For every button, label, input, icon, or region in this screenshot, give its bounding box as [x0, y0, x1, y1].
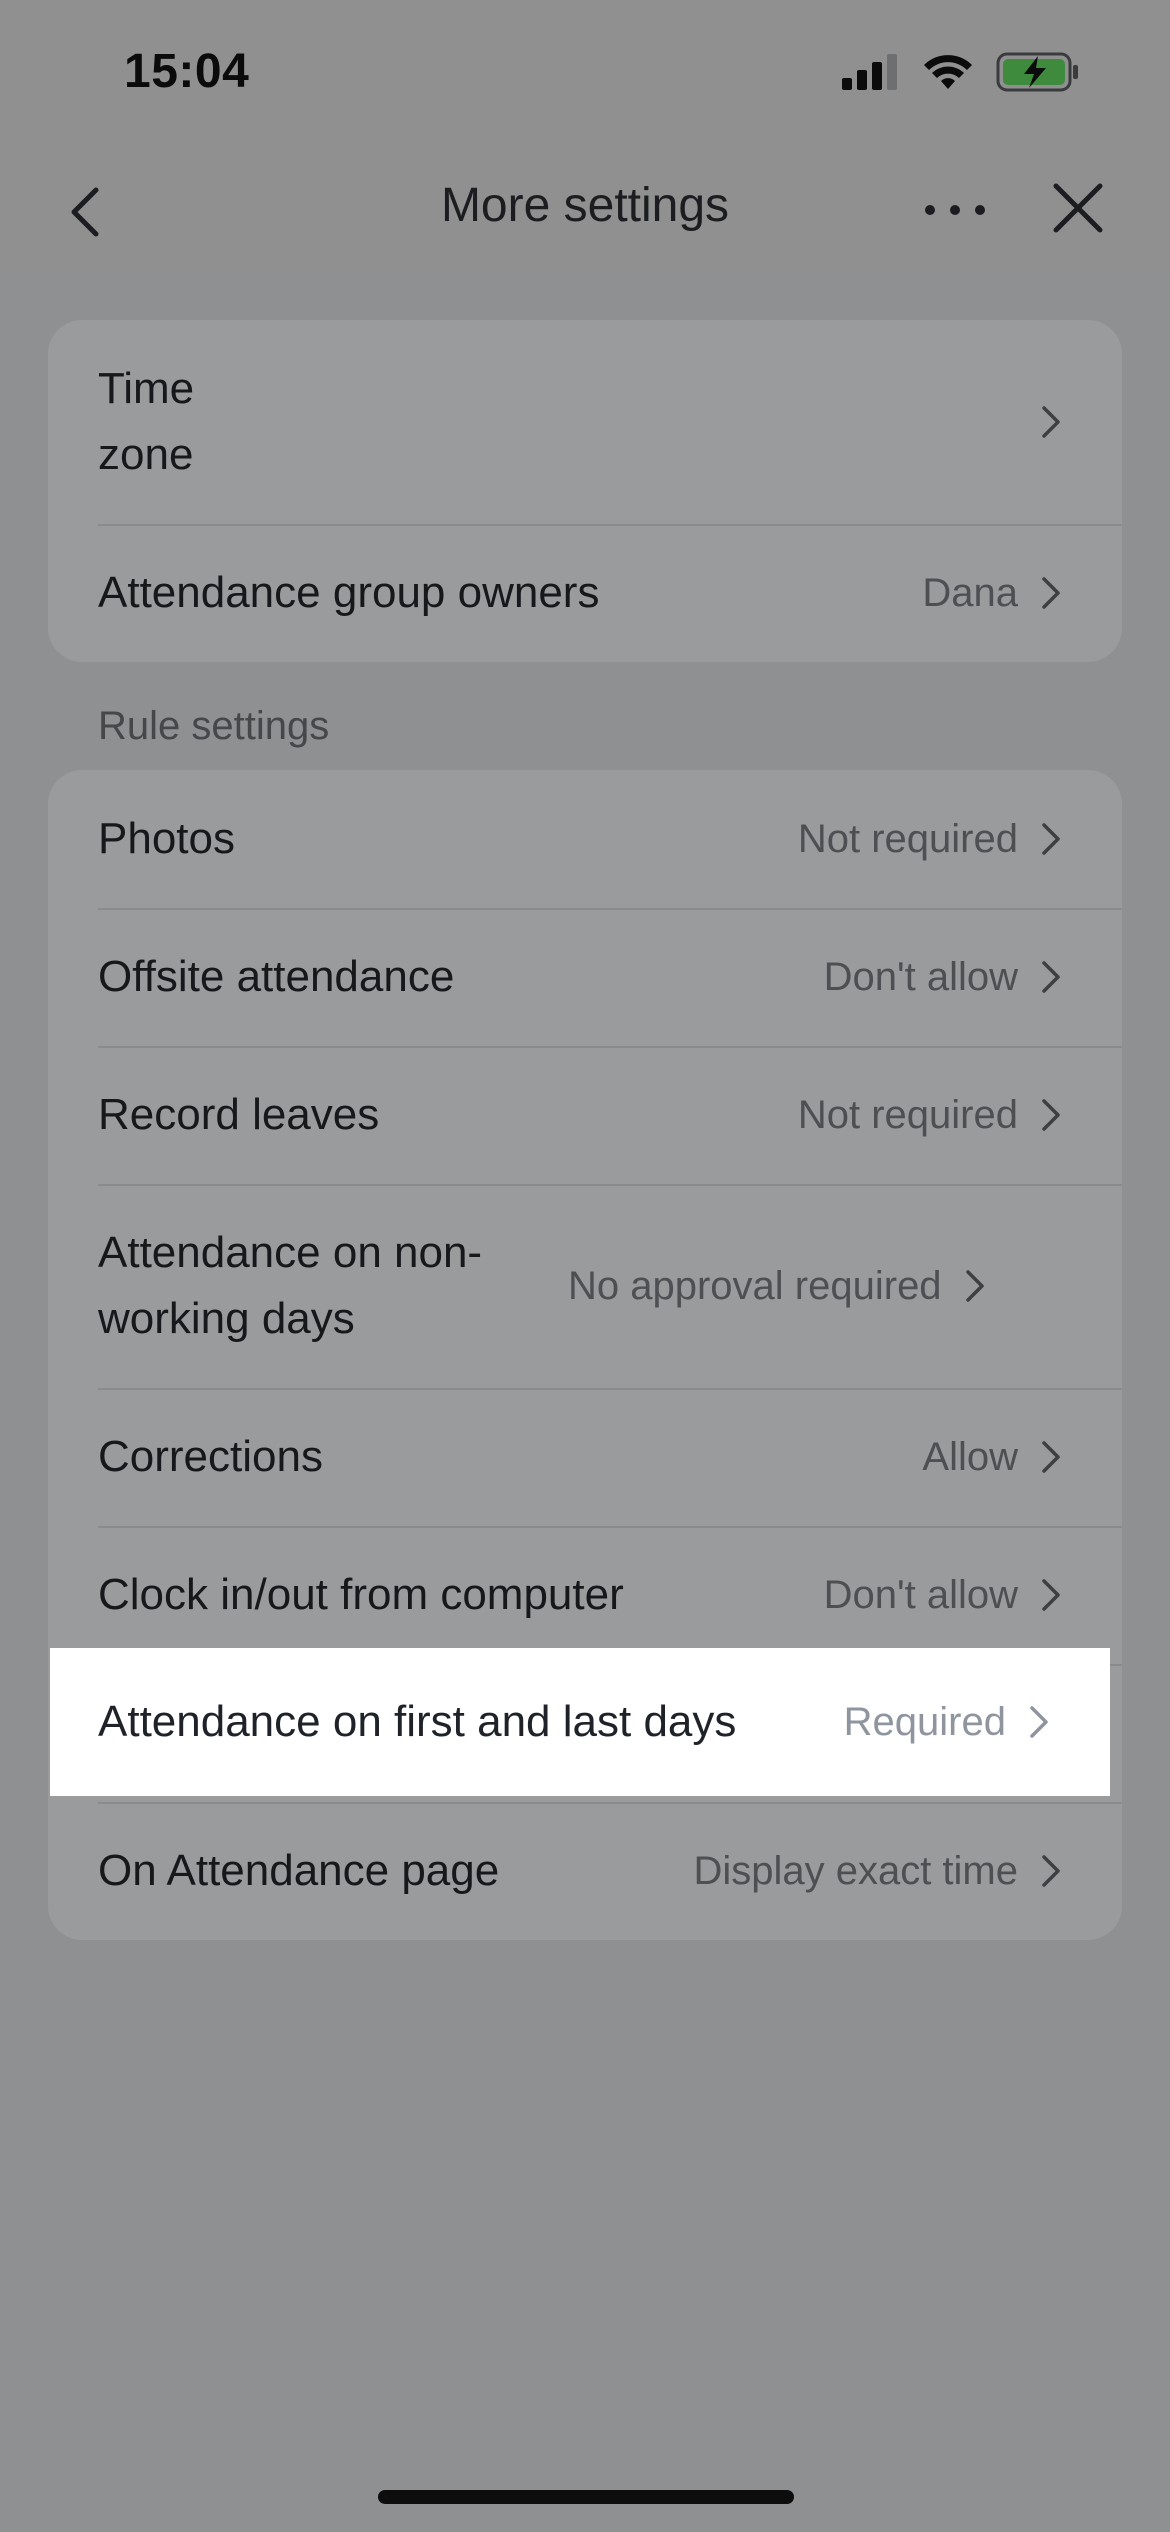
screen: 15:04 More settings Time zone Attendance…	[0, 0, 1170, 2532]
row-value: Allow	[922, 1434, 1018, 1479]
row-value: Display exact time	[693, 1848, 1018, 1893]
row-label: Attendance on first and last days	[98, 1697, 737, 1746]
status-icons	[842, 52, 1080, 92]
row-on-attendance-page[interactable]: On Attendance page Display exact time	[48, 1802, 1122, 1940]
row-clock-in-out-computer[interactable]: Clock in/out from computer Don't allow	[48, 1526, 1122, 1664]
row-attendance-group-owners[interactable]: Attendance group owners Dana	[48, 524, 1122, 662]
status-bar: 15:04	[0, 0, 1170, 150]
chevron-right-icon	[1042, 406, 1060, 438]
row-attendance-non-working-days[interactable]: Attendance on non-working days No approv…	[48, 1184, 1122, 1388]
row-value: Don't allow	[823, 1572, 1018, 1617]
general-settings-card: Time zone Attendance group owners Dana	[48, 320, 1122, 662]
chevron-right-icon	[1030, 1706, 1048, 1738]
row-value: Required	[843, 1699, 1006, 1744]
chevron-right-icon	[1042, 1855, 1060, 1887]
wifi-icon	[924, 55, 972, 89]
row-label: Corrections	[98, 1432, 323, 1481]
row-label: Offsite attendance	[98, 952, 455, 1001]
close-icon[interactable]	[1048, 178, 1108, 238]
home-indicator	[378, 2490, 794, 2504]
row-label: Time zone	[98, 364, 195, 479]
status-time: 15:04	[124, 45, 250, 98]
row-value: No approval required	[568, 1263, 942, 1308]
row-offsite-attendance[interactable]: Offsite attendance Don't allow	[48, 908, 1122, 1046]
section-label-rule-settings: Rule settings	[98, 704, 330, 748]
row-photos[interactable]: Photos Not required	[48, 770, 1122, 908]
chevron-right-icon	[1042, 1099, 1060, 1131]
row-value: Not required	[797, 1092, 1018, 1137]
row-value: Dana	[922, 570, 1018, 615]
chevron-right-icon	[1042, 961, 1060, 993]
row-value: Not required	[797, 816, 1018, 861]
chevron-right-icon	[1042, 577, 1060, 609]
page-title: More settings	[440, 179, 730, 232]
nav-bar: More settings	[0, 150, 1170, 272]
battery-charging-icon	[996, 52, 1078, 92]
row-attendance-first-last-days[interactable]: Attendance on first and last days Requir…	[50, 1648, 1110, 1796]
row-label: Record leaves	[98, 1090, 380, 1139]
row-label: Attendance group owners	[98, 568, 600, 617]
row-label: On Attendance page	[98, 1846, 500, 1895]
row-label: Attendance on non-working days	[98, 1228, 483, 1343]
more-options-icon[interactable]	[920, 190, 990, 230]
row-corrections[interactable]: Corrections Allow	[48, 1388, 1122, 1526]
row-value: Don't allow	[823, 954, 1018, 999]
chevron-right-icon	[965, 1270, 984, 1302]
chevron-right-icon	[1042, 823, 1060, 855]
row-label: Photos	[98, 814, 235, 863]
chevron-right-icon	[1042, 1579, 1060, 1611]
chevron-right-icon	[1042, 1441, 1060, 1473]
row-time-zone[interactable]: Time zone	[48, 320, 1122, 524]
cellular-signal-icon	[842, 54, 897, 90]
row-label: Clock in/out from computer	[98, 1570, 624, 1619]
row-record-leaves[interactable]: Record leaves Not required	[48, 1046, 1122, 1184]
